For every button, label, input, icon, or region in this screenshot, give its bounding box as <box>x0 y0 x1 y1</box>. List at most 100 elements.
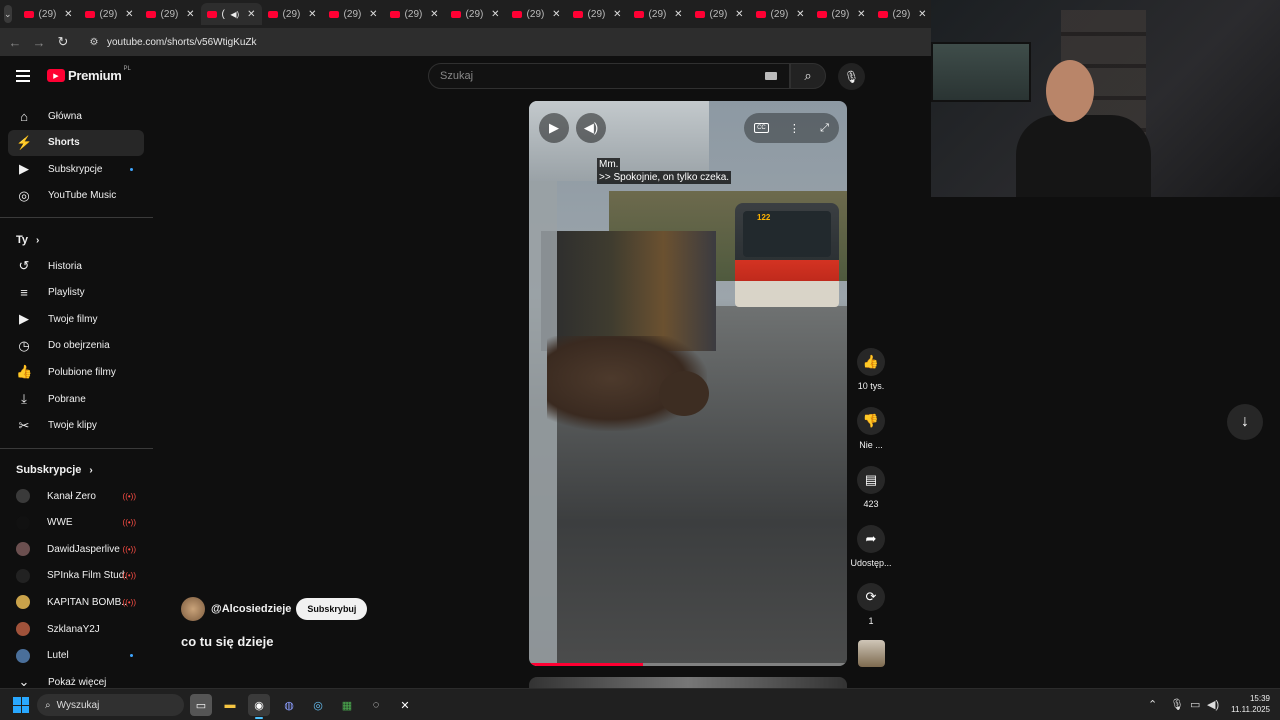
search-input[interactable]: Szukaj <box>428 63 790 89</box>
browser-tab[interactable]: (29) ✕ <box>445 3 506 25</box>
subscription-item[interactable]: DawidJasperlive ((•)) <box>8 536 144 562</box>
browser-tab[interactable]: (29) ✕ <box>262 3 323 25</box>
forward-icon[interactable]: → <box>27 35 51 50</box>
subscription-item[interactable]: Lutel <box>8 643 144 669</box>
close-tab-icon[interactable]: ✕ <box>308 9 316 20</box>
tray-microphone-icon[interactable]: 🎙 <box>1170 698 1184 711</box>
close-tab-icon[interactable]: ✕ <box>613 9 621 20</box>
voice-search-button[interactable]: 🎙 <box>838 63 865 90</box>
video-title[interactable]: co tu się dzieje <box>181 634 273 649</box>
windows-start-icon[interactable] <box>13 697 29 713</box>
volume-button[interactable]: ◀) <box>576 113 606 143</box>
close-tab-icon[interactable]: ✕ <box>552 9 560 20</box>
tray-chevron-up-icon[interactable]: ⌃ <box>1148 698 1157 711</box>
next-video-button[interactable]: ↓ <box>1227 404 1263 440</box>
captions-icon[interactable]: CC <box>754 123 769 133</box>
sidebar-item[interactable]: 👍 Polubione filmy <box>8 359 144 385</box>
close-tab-icon[interactable]: ✕ <box>186 9 194 20</box>
close-tab-icon[interactable]: ✕ <box>918 9 926 20</box>
youtube-logo-icon[interactable]: ▶ <box>47 69 65 82</box>
channel-avatar[interactable] <box>181 597 205 621</box>
subscription-item[interactable]: KAPITAN BOMB... ((•)) <box>8 589 144 615</box>
browser-tab[interactable]: (29) ✕ <box>750 3 811 25</box>
subscription-item[interactable]: SPInka Film Stud... ((•)) <box>8 563 144 589</box>
browser-tab[interactable]: (29) ✕ <box>506 3 567 25</box>
close-tab-icon[interactable]: ✕ <box>125 9 133 20</box>
close-tab-icon[interactable]: ✕ <box>674 9 682 20</box>
browser-tab[interactable]: (29) ✕ <box>872 3 933 25</box>
reload-icon[interactable]: ↻ <box>51 34 75 50</box>
logo-row: ▶ Premium PL <box>16 66 131 83</box>
browser-tab[interactable]: (29) ✕ <box>323 3 384 25</box>
steam-icon[interactable]: ◎ <box>307 694 329 716</box>
sidebar-item[interactable]: ⤓ Pobrane <box>8 386 144 412</box>
next-short-preview[interactable] <box>529 677 847 688</box>
sidebar-item[interactable]: ◎ YouTube Music <box>8 183 144 209</box>
sidebar-item[interactable]: ↺ Historia <box>8 253 144 279</box>
back-icon[interactable]: ← <box>3 35 27 50</box>
sidebar-item[interactable]: ≡ Playlisty <box>8 280 144 306</box>
file-explorer-icon[interactable]: ▬ <box>219 694 241 716</box>
clock[interactable]: 15:39 11.11.2025 <box>1225 693 1270 715</box>
you-heading[interactable]: Ty › <box>16 234 39 246</box>
dislike-button[interactable]: 👎 Nie ... <box>855 407 887 450</box>
close-tab-icon[interactable]: ✕ <box>247 9 255 20</box>
brand-name[interactable]: Premium <box>68 68 122 83</box>
close-tab-icon[interactable]: ✕ <box>735 9 743 20</box>
browser-tab[interactable]: (29) ✕ <box>140 3 201 25</box>
fullscreen-icon[interactable]: ⤢ <box>820 122 829 135</box>
sidebar-item[interactable]: ▶ Subskrypcje <box>8 156 144 182</box>
spreadsheet-icon[interactable]: ▦ <box>336 694 358 716</box>
close-tab-icon[interactable]: ✕ <box>369 9 377 20</box>
subscription-item[interactable]: WWE ((•)) <box>8 510 144 536</box>
close-tab-icon[interactable]: ✕ <box>430 9 438 20</box>
browser-tab[interactable]: (29) ✕ <box>811 3 872 25</box>
chrome-icon[interactable]: ◉ <box>248 694 270 719</box>
menu-icon[interactable] <box>16 69 30 82</box>
browser-tab[interactable]: (29) ✕ <box>18 3 79 25</box>
close-tab-icon[interactable]: ✕ <box>64 9 72 20</box>
close-tab-icon[interactable]: ✕ <box>796 9 804 20</box>
sidebar-item[interactable]: ▶ Twoje filmy <box>8 306 144 332</box>
sidebar-item-label: Historia <box>48 260 82 272</box>
more-options-icon[interactable]: ⋮ <box>789 122 800 135</box>
tab-title: (29) <box>38 8 57 20</box>
taskbar-search[interactable]: ⌕ Wyszukaj <box>37 694 184 716</box>
app-icon[interactable]: ✕ <box>394 694 416 716</box>
shorts-video-player[interactable]: 122 ▶ ◀) CC ⋮ ⤢ Mm. >> Spokojnie, on tyl… <box>529 101 847 666</box>
remix-button[interactable]: ⟳ 1 <box>855 583 887 626</box>
audio-thumbnail[interactable] <box>858 640 885 667</box>
tab-search-icon[interactable]: ⌄ <box>4 5 12 23</box>
sidebar-item[interactable]: ⚡ Shorts <box>8 129 144 156</box>
obs-icon[interactable]: ◌ <box>365 694 387 716</box>
keyboard-icon[interactable] <box>765 72 777 80</box>
browser-tab[interactable]: (29) ✕ <box>567 3 628 25</box>
browser-tab[interactable]: (◀) ✕ <box>200 3 262 25</box>
like-button[interactable]: 👍 10 tys. <box>855 348 887 391</box>
subscribe-button[interactable]: Subskrybuj <box>296 598 368 620</box>
tray-network-icon[interactable]: ▭ <box>1190 698 1200 711</box>
close-tab-icon[interactable]: ✕ <box>857 9 865 20</box>
play-button[interactable]: ▶ <box>539 113 569 143</box>
site-info-icon[interactable]: ⚙ <box>87 36 101 48</box>
tray-volume-icon[interactable]: ◀) <box>1207 698 1219 711</box>
task-view-icon[interactable]: ▭ <box>190 694 212 716</box>
browser-tab[interactable]: (29) ✕ <box>79 3 140 25</box>
sidebar-item[interactable]: ◷ Do obejrzenia <box>8 333 144 359</box>
browser-tab[interactable]: (29) ✕ <box>628 3 689 25</box>
browser-tab[interactable]: (29) ✕ <box>689 3 750 25</box>
search-button[interactable]: ⌕ <box>790 63 826 89</box>
channel-name[interactable]: @Alcosiedzieje <box>211 603 291 615</box>
share-button[interactable]: ➦ Udostęp... <box>850 525 892 568</box>
url-text[interactable]: youtube.com/shorts/v56WtigKuZk <box>107 37 257 48</box>
close-tab-icon[interactable]: ✕ <box>491 9 499 20</box>
subscription-item[interactable]: Kanał Zero ((•)) <box>8 483 144 509</box>
comments-button[interactable]: ▤ 423 <box>855 466 887 509</box>
progress-bar[interactable] <box>529 663 847 666</box>
subscriptions-heading[interactable]: Subskrypcje › <box>16 464 93 476</box>
browser-tab[interactable]: (29) ✕ <box>384 3 445 25</box>
sidebar-item[interactable]: ✂ Twoje klipy <box>8 413 144 439</box>
discord-icon[interactable]: ◍ <box>278 694 300 716</box>
sidebar-item[interactable]: ⌂ Główna <box>8 103 144 129</box>
subscription-item[interactable]: SzklanaY2J <box>8 616 144 642</box>
